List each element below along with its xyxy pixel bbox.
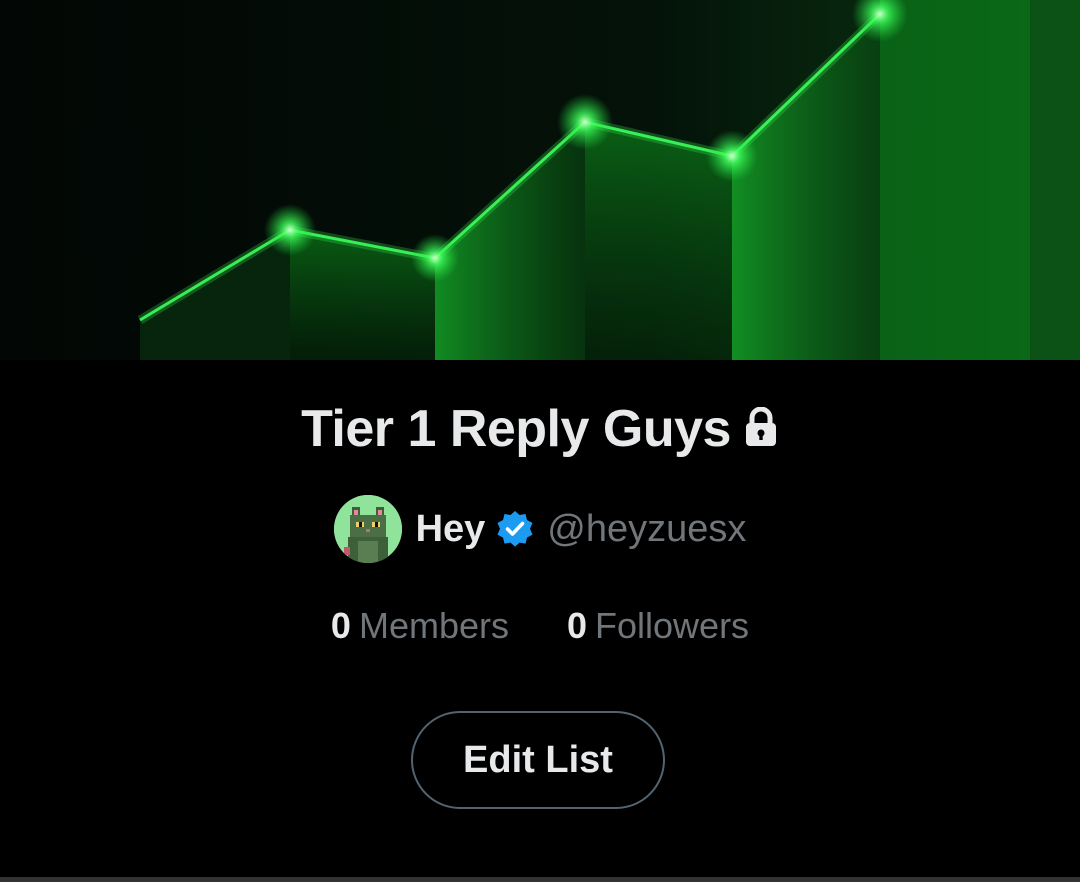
followers-label: Followers [595,605,750,646]
list-owner-row: Hey @heyzuesx [0,494,1080,564]
avatar[interactable] [333,495,402,563]
section-divider [0,877,1080,882]
pixel-cat-avatar-icon [333,495,402,563]
members-stat[interactable]: 0 Members [331,605,509,647]
list-title-row: Tier 1 Reply Guys [0,392,1080,466]
owner-display-name[interactable]: Hey [416,508,486,551]
growth-chart-illustration [0,0,1080,360]
members-count: 0 [330,605,351,646]
lock-icon [743,406,779,447]
owner-handle[interactable]: @heyzuesx [547,508,746,551]
list-banner-image[interactable] [0,0,1080,360]
followers-stat[interactable]: 0 Followers [567,605,749,647]
members-label: Members [358,605,509,646]
list-title: Tier 1 Reply Guys [301,400,731,458]
list-stats: 0 Members 0 Followers [0,600,1080,652]
verified-badge-icon [495,509,535,549]
edit-list-button[interactable]: Edit List [411,711,665,809]
followers-count: 0 [566,605,588,646]
